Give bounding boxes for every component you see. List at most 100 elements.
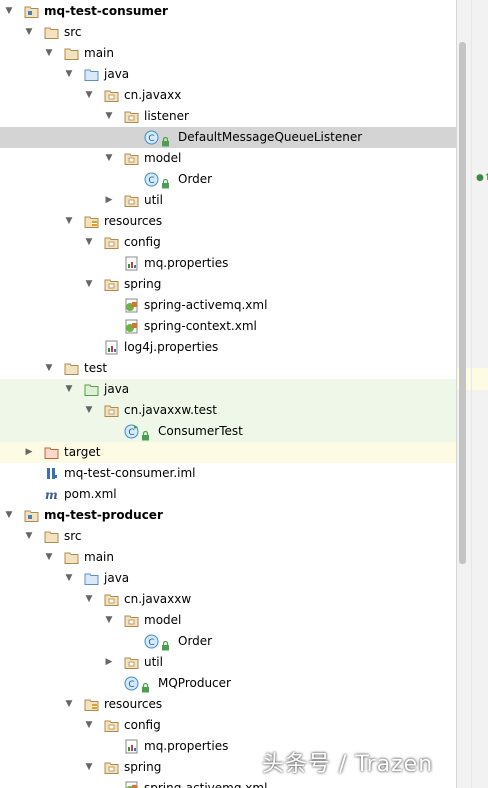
expand-arrow-down-icon[interactable]: ▼ [64, 64, 74, 85]
folder-icon [44, 529, 59, 544]
tree-item[interactable]: C MQProducer [0, 673, 456, 694]
tree-item[interactable]: ▼ src [0, 526, 456, 547]
tree-item[interactable]: ▼ cn.javaxx [0, 85, 456, 106]
resources-folder-icon [84, 697, 99, 712]
expand-arrow-down-icon[interactable]: ▼ [4, 1, 14, 22]
tree-item[interactable]: C DefaultMessageQueueListener [0, 127, 456, 148]
tree-item-label: spring-activemq.xml [144, 781, 268, 788]
tree-item-label: mq-test-consumer.iml [64, 466, 196, 480]
tree-item[interactable]: ▶ util [0, 652, 456, 673]
implementation-marker-icon[interactable]: ●↑ [476, 173, 488, 185]
package-icon [124, 109, 139, 124]
tree-item-label: util [144, 655, 163, 669]
tree-item-label: main [84, 550, 114, 564]
tree-item[interactable]: ▼ spring [0, 274, 456, 295]
tree-item[interactable]: mq-test-consumer.iml [0, 463, 456, 484]
tree-item[interactable]: m pom.xml [0, 484, 456, 505]
expand-arrow-down-icon[interactable]: ▼ [84, 715, 94, 736]
tree-item[interactable]: ▼ resources [0, 694, 456, 715]
class-icon: C [124, 676, 139, 691]
tree-item[interactable]: ▼ cn.javaxxw [0, 589, 456, 610]
tree-item[interactable]: ▶ util [0, 190, 456, 211]
svg-text:m: m [45, 488, 58, 502]
tree-item-label: mq.properties [144, 256, 229, 270]
expand-arrow-down-icon[interactable]: ▼ [84, 232, 94, 253]
svg-text:C: C [148, 134, 154, 144]
test-root-folder-icon [84, 382, 99, 397]
iml-file-icon [44, 466, 59, 481]
tree-item[interactable]: spring-activemq.xml [0, 295, 456, 316]
expand-arrow-down-icon[interactable]: ▼ [24, 22, 34, 43]
tree-item[interactable]: ▼ mq-test-producer [0, 505, 456, 526]
package-icon [104, 760, 119, 775]
tree-item[interactable]: ▼ test [0, 358, 456, 379]
tree-item-label: ConsumerTest [158, 424, 243, 438]
tree-item[interactable]: ▼ java [0, 568, 456, 589]
tree-item[interactable]: ▼ mq-test-consumer [0, 1, 456, 22]
tree-item[interactable]: ▼ main [0, 43, 456, 64]
tree-item[interactable]: spring-activemq.xml [0, 778, 456, 788]
tree-item-label: target [64, 445, 101, 459]
expand-arrow-down-icon[interactable]: ▼ [24, 526, 34, 547]
package-icon [104, 403, 119, 418]
tree-item[interactable]: C Order [0, 169, 456, 190]
expand-arrow-down-icon[interactable]: ▼ [64, 211, 74, 232]
spring-xml-icon [124, 298, 139, 313]
expand-arrow-down-icon[interactable]: ▼ [84, 757, 94, 778]
expand-arrow-down-icon[interactable]: ▼ [84, 85, 94, 106]
resources-folder-icon [84, 214, 99, 229]
module-folder-icon [24, 508, 39, 523]
spring-xml-icon [124, 781, 139, 788]
expand-arrow-down-icon[interactable]: ▼ [64, 379, 74, 400]
expand-arrow-right-icon[interactable]: ▶ [24, 442, 34, 463]
expand-arrow-down-icon[interactable]: ▼ [84, 589, 94, 610]
tree-item-label: resources [104, 697, 163, 711]
folder-icon [64, 46, 79, 61]
expand-arrow-down-icon[interactable]: ▼ [44, 43, 54, 64]
tree-item[interactable]: log4j.properties [0, 337, 456, 358]
tree-item-label: model [144, 151, 182, 165]
test-class-icon: C [124, 424, 139, 439]
tree-scrollbar[interactable] [459, 42, 466, 564]
tree-item-label: resources [104, 214, 163, 228]
lock-icon [161, 175, 176, 190]
tree-item-label: model [144, 613, 182, 627]
package-icon [104, 235, 119, 250]
tree-item[interactable]: ▶ target [0, 442, 456, 463]
tree-item[interactable]: spring-context.xml [0, 316, 456, 337]
tree-item-label: cn.javaxx [124, 88, 182, 102]
tree-item[interactable]: ▼ main [0, 547, 456, 568]
expand-arrow-down-icon[interactable]: ▼ [104, 610, 114, 631]
expand-arrow-down-icon[interactable]: ▼ [44, 547, 54, 568]
expand-arrow-down-icon[interactable]: ▼ [104, 106, 114, 127]
watermark: 头条号 / Trazen [262, 752, 434, 777]
tree-item[interactable]: ▼ cn.javaxxw.test [0, 400, 456, 421]
tree-item[interactable]: ▼ java [0, 64, 456, 85]
tree-item[interactable]: ▼ config [0, 715, 456, 736]
tree-item[interactable]: ▼ src [0, 22, 456, 43]
expand-arrow-down-icon[interactable]: ▼ [64, 568, 74, 589]
expand-arrow-down-icon[interactable]: ▼ [84, 274, 94, 295]
tree-item[interactable]: ▼ model [0, 610, 456, 631]
tree-item-label: java [104, 571, 130, 585]
expand-arrow-down-icon[interactable]: ▼ [64, 694, 74, 715]
tree-item[interactable]: ▼ model [0, 148, 456, 169]
tree-item[interactable]: ▼ java [0, 379, 456, 400]
tree-item-label: spring-context.xml [144, 319, 257, 333]
folder-icon [64, 361, 79, 376]
tree-item[interactable]: ▼ resources [0, 211, 456, 232]
expand-arrow-down-icon[interactable]: ▼ [104, 148, 114, 169]
excluded-folder-icon [44, 445, 59, 460]
tree-item[interactable]: C Order [0, 631, 456, 652]
expand-arrow-down-icon[interactable]: ▼ [84, 400, 94, 421]
tree-item[interactable]: ▼ listener [0, 106, 456, 127]
svg-text:C: C [128, 428, 134, 438]
tree-item[interactable]: ▼ config [0, 232, 456, 253]
tree-item[interactable]: C ConsumerTest [0, 421, 456, 442]
expand-arrow-down-icon[interactable]: ▼ [44, 358, 54, 379]
expand-arrow-right-icon[interactable]: ▶ [104, 652, 114, 673]
expand-arrow-right-icon[interactable]: ▶ [104, 190, 114, 211]
lock-icon [141, 427, 156, 442]
expand-arrow-down-icon[interactable]: ▼ [4, 505, 14, 526]
tree-item[interactable]: mq.properties [0, 253, 456, 274]
